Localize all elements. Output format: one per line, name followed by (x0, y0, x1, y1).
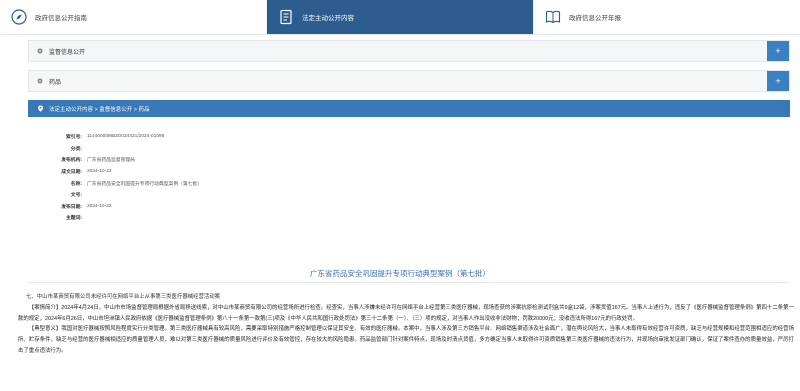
divider (28, 282, 790, 283)
tab-annual-report[interactable]: 政府信息公开年报 (534, 0, 800, 34)
meta-row: 成文日期: 2024-10-22 (61, 169, 112, 176)
meta-row: 索引号: 11440000MB2D034421/2024-01098 (66, 134, 165, 141)
tab-annual-report-label: 政府信息公开年报 (569, 15, 621, 22)
document-name: 广东省药品安全巩固提升专项行动典型案例（第七批） (87, 181, 203, 187)
accordion-drugs-label: 药品 (49, 79, 62, 86)
tab-proactive-disclosure-label: 法定主动公开内容 (302, 15, 354, 22)
accordion-drugs[interactable]: 药品 + (28, 70, 790, 92)
meta-row: 发布机构: 广东省药品监督管理局 (61, 158, 135, 164)
breadcrumb-text[interactable]: 法定主动公开内容 > 监督信息公开 > 药品 (49, 105, 150, 113)
compass-icon (10, 8, 28, 26)
meta-row: 发布日期: 2024-10-22 (61, 203, 112, 210)
location-pin-icon (37, 105, 44, 112)
meta-row: 分类: (70, 146, 82, 152)
case-significance-paragraph: 【典型意义】我国对医疗器械按照风险程度实行分类管理。第三类医疗器械具有较高风险，… (18, 326, 794, 354)
accordion-supervision-info[interactable]: 监督信息公开 + (28, 40, 790, 62)
case-heading: 七、中山市某商贸有限公司未经许可在网络平台上从事第三类医疗器械经营活动案 (26, 294, 221, 300)
book-icon (544, 8, 562, 26)
written-date: 2024-10-22 (87, 169, 112, 175)
document-title: 广东省药品安全巩固提升专项行动典型案例（第七批） (310, 269, 490, 278)
breadcrumb: 法定主动公开内容 > 监督信息公开 > 药品 (28, 100, 790, 117)
meta-row: 文号: (70, 193, 82, 199)
expand-supervision-button[interactable]: + (767, 41, 789, 61)
gear-icon (37, 78, 43, 84)
article-body: 七、中山市某商贸有限公司未经许可在网络平台上从事第三类医疗器械经营活动案 【案情… (18, 292, 794, 357)
tab-proactive-disclosure[interactable]: 法定主动公开内容 (267, 0, 534, 34)
meta-row: 主题词: (66, 216, 82, 222)
case-summary-paragraph: 【案情简介】2024年4月24日，中山市市场监督管理局根据外省局移送线索，对中山… (18, 304, 794, 322)
gear-icon (37, 48, 43, 54)
expand-drugs-button[interactable]: + (767, 71, 789, 91)
index-number: 11440000MB2D034421/2024-01098 (87, 134, 165, 140)
tab-guide-label: 政府信息公开指南 (35, 15, 87, 22)
meta-row: 名称: 广东省药品安全巩固提升专项行动典型案例（第七批） (70, 181, 203, 187)
top-navigation: 政府信息公开指南 法定主动公开内容 政府信息公开年报 (0, 0, 800, 35)
publish-date: 2024-10-22 (87, 203, 112, 209)
publishing-agency: 广东省药品监督管理局 (87, 158, 135, 164)
document-icon (277, 8, 295, 26)
accordion-supervision-label: 监督信息公开 (49, 49, 86, 56)
tab-guide[interactable]: 政府信息公开指南 (0, 0, 267, 34)
document-metadata: 索引号: 11440000MB2D034421/2024-01098 分类: 发布… (40, 131, 440, 224)
